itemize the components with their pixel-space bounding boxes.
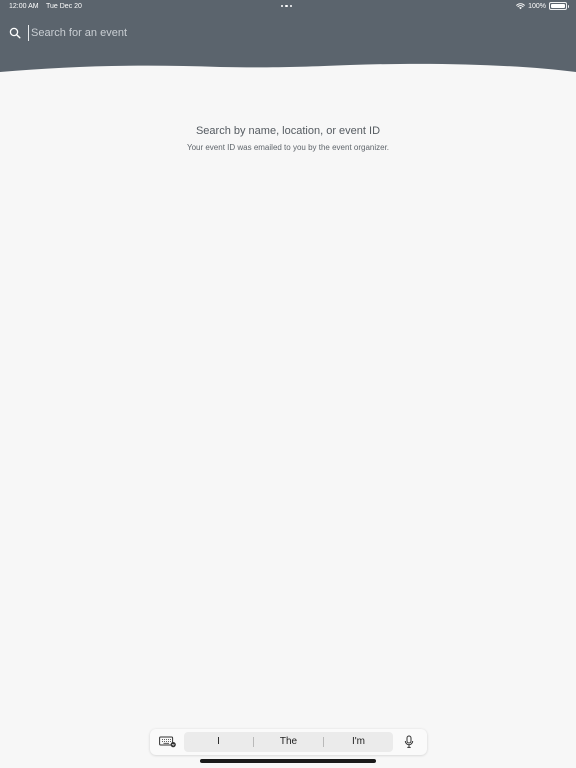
battery-icon <box>549 2 569 10</box>
empty-state: Search by name, location, or event ID Yo… <box>0 125 576 152</box>
empty-state-subtitle: Your event ID was emailed to you by the … <box>186 143 390 152</box>
status-date: Tue Dec 20 <box>46 3 82 10</box>
search-bar[interactable] <box>9 25 549 41</box>
suggestion-item[interactable]: The <box>254 732 323 752</box>
battery-fill <box>551 4 565 8</box>
wifi-icon <box>516 3 525 10</box>
empty-state-title: Search by name, location, or event ID <box>195 125 381 137</box>
microphone-icon[interactable] <box>403 735 415 749</box>
status-indicators: 100% <box>516 2 569 10</box>
battery-percentage: 100% <box>528 2 546 10</box>
home-indicator[interactable] <box>200 759 376 763</box>
header: 12:00 AM Tue Dec 20 100% <box>0 0 576 80</box>
status-time: 12:00 AM <box>9 3 39 10</box>
multitask-dots-icon[interactable] <box>281 5 293 8</box>
suggestion-item[interactable]: I <box>184 732 253 752</box>
keyboard-shortcut-bar: I The I'm <box>150 729 427 755</box>
search-input[interactable] <box>28 25 549 41</box>
status-bar: 12:00 AM Tue Dec 20 100% <box>0 0 576 14</box>
suggestion-item[interactable]: I'm <box>324 732 393 752</box>
predictive-suggestions: I The I'm <box>184 732 393 752</box>
search-icon <box>9 27 21 39</box>
keyboard-icon[interactable] <box>159 736 177 748</box>
